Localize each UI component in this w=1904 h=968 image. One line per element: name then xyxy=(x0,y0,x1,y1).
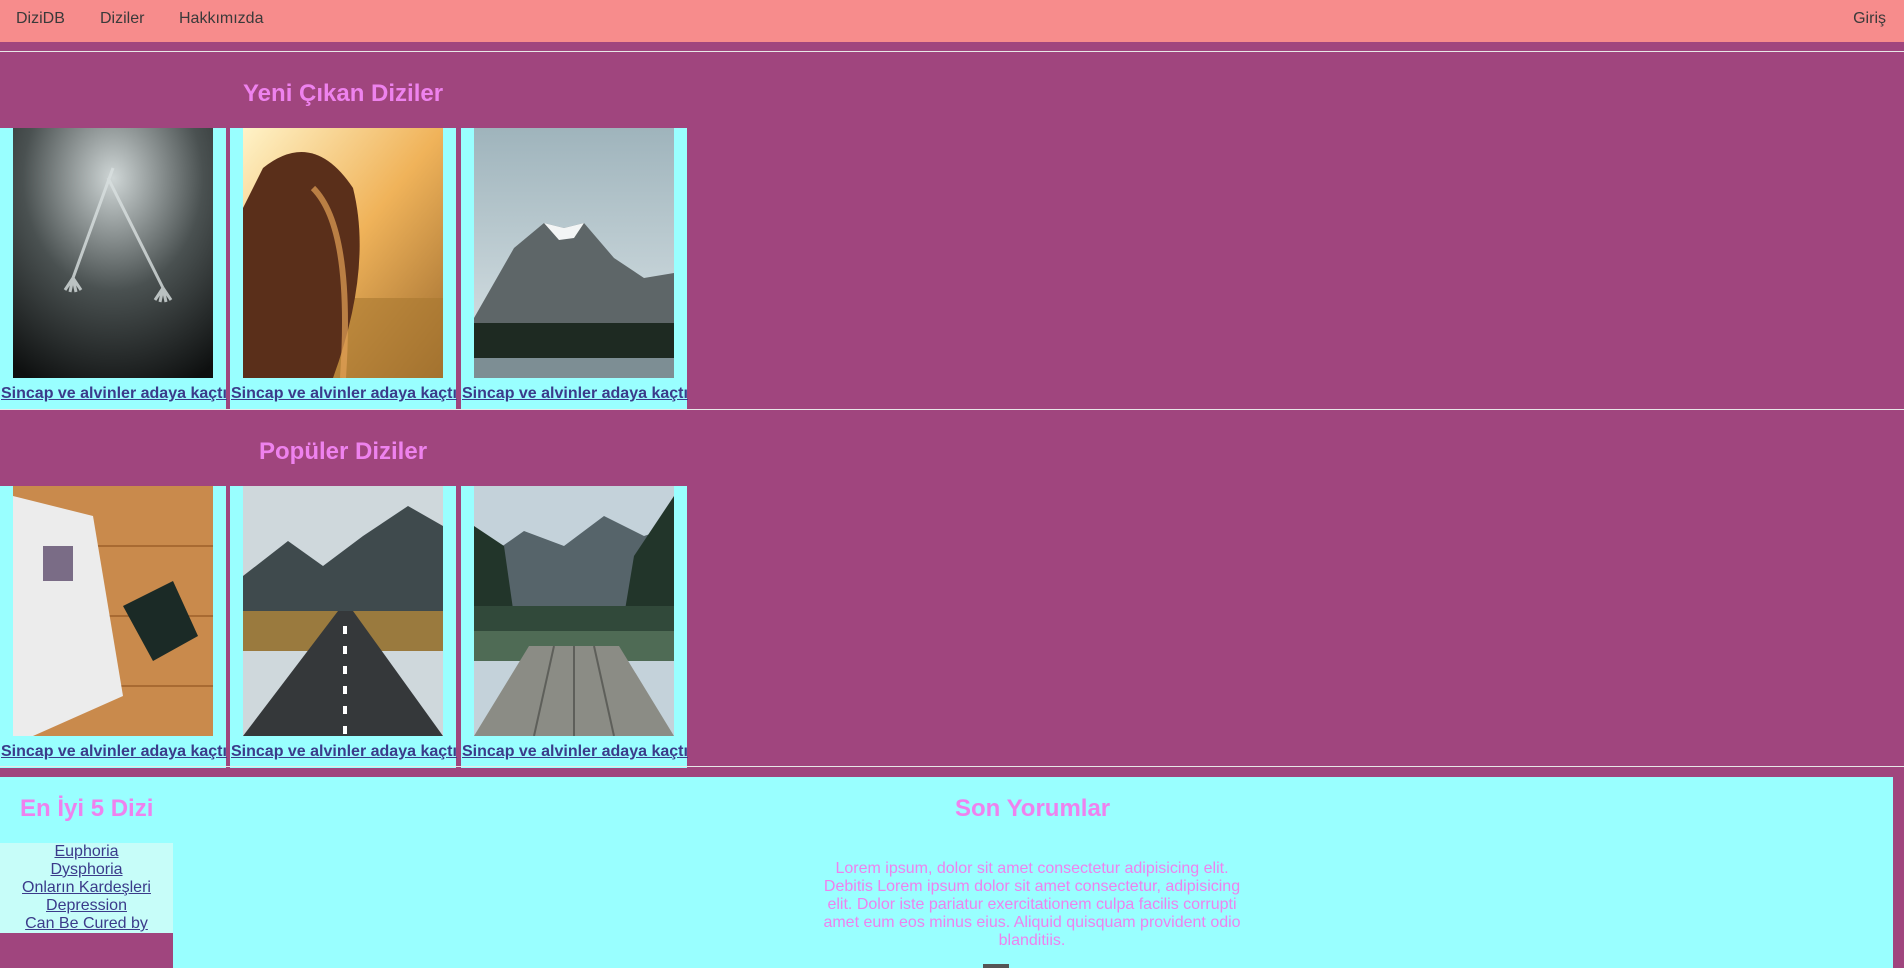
new-series-title: Yeni Çıkan Diziler xyxy=(243,80,444,107)
road-mountains-photo[interactable] xyxy=(243,486,443,736)
card-caption-link[interactable]: Sincap ve alvinler adaya kaçtı xyxy=(462,385,688,403)
lake-dock-photo[interactable] xyxy=(474,486,674,736)
divider xyxy=(0,766,1904,767)
series-card[interactable]: Sincap ve alvinler adaya kaçtı xyxy=(461,486,688,768)
top5-link-dysphoria[interactable]: Dysphoria xyxy=(50,861,122,878)
nav-divider-strip xyxy=(0,42,1904,51)
comment-avatar xyxy=(983,964,1009,968)
snowy-mountain-photo[interactable] xyxy=(474,128,674,378)
list-item: Onların Kardeşleri xyxy=(0,879,173,897)
nav-item-hakkimizda[interactable]: Hakkımızda xyxy=(179,10,263,28)
list-item: Dysphoria xyxy=(0,861,173,879)
book-table-photo[interactable] xyxy=(13,486,213,736)
forks-photo[interactable] xyxy=(13,128,213,378)
divider xyxy=(0,51,1904,52)
woman-hair-photo[interactable] xyxy=(243,128,443,378)
top5-link-depression[interactable]: Depression xyxy=(46,897,127,914)
series-card[interactable]: Sincap ve alvinler adaya kaçtı xyxy=(461,128,688,410)
bottom-right-margin xyxy=(1893,777,1904,968)
series-card[interactable]: Sincap ve alvinler adaya kaçtı xyxy=(230,486,457,768)
top5-link-euphoria[interactable]: Euphoria xyxy=(54,843,118,860)
divider xyxy=(0,409,1904,410)
nav-brand-link[interactable]: DiziDB xyxy=(16,10,65,28)
popular-series-title: Popüler Diziler xyxy=(259,438,428,465)
navbar: DiziDB Diziler Hakkımızda Giriş xyxy=(0,0,1904,42)
card-caption-link[interactable]: Sincap ve alvinler adaya kaçtı xyxy=(1,743,227,761)
nav-login-link[interactable]: Giriş xyxy=(1853,10,1886,28)
series-card[interactable]: Sincap ve alvinler adaya kaçtı xyxy=(0,486,227,768)
list-item: Euphoria xyxy=(0,843,173,861)
nav-item-diziler[interactable]: Diziler xyxy=(100,10,144,28)
comment-text: Lorem ipsum, dolor sit amet consectetur … xyxy=(823,860,1241,949)
top5-link-onlarin-kardesleri[interactable]: Onların Kardeşleri xyxy=(22,879,151,896)
card-caption-link[interactable]: Sincap ve alvinler adaya kaçtı xyxy=(231,385,457,403)
list-item: Depression xyxy=(0,897,173,915)
card-caption-link[interactable]: Sincap ve alvinler adaya kaçtı xyxy=(231,743,457,761)
series-card[interactable]: Sincap ve alvinler adaya kaçtı xyxy=(0,128,227,410)
series-card[interactable]: Sincap ve alvinler adaya kaçtı xyxy=(230,128,457,410)
comments-title: Son Yorumlar xyxy=(955,795,1111,822)
card-caption-link[interactable]: Sincap ve alvinler adaya kaçtı xyxy=(1,385,227,403)
top5-bottom-spacer xyxy=(0,933,173,968)
top5-title: En İyi 5 Dizi xyxy=(20,795,154,822)
card-caption-link[interactable]: Sincap ve alvinler adaya kaçtı xyxy=(462,743,688,761)
